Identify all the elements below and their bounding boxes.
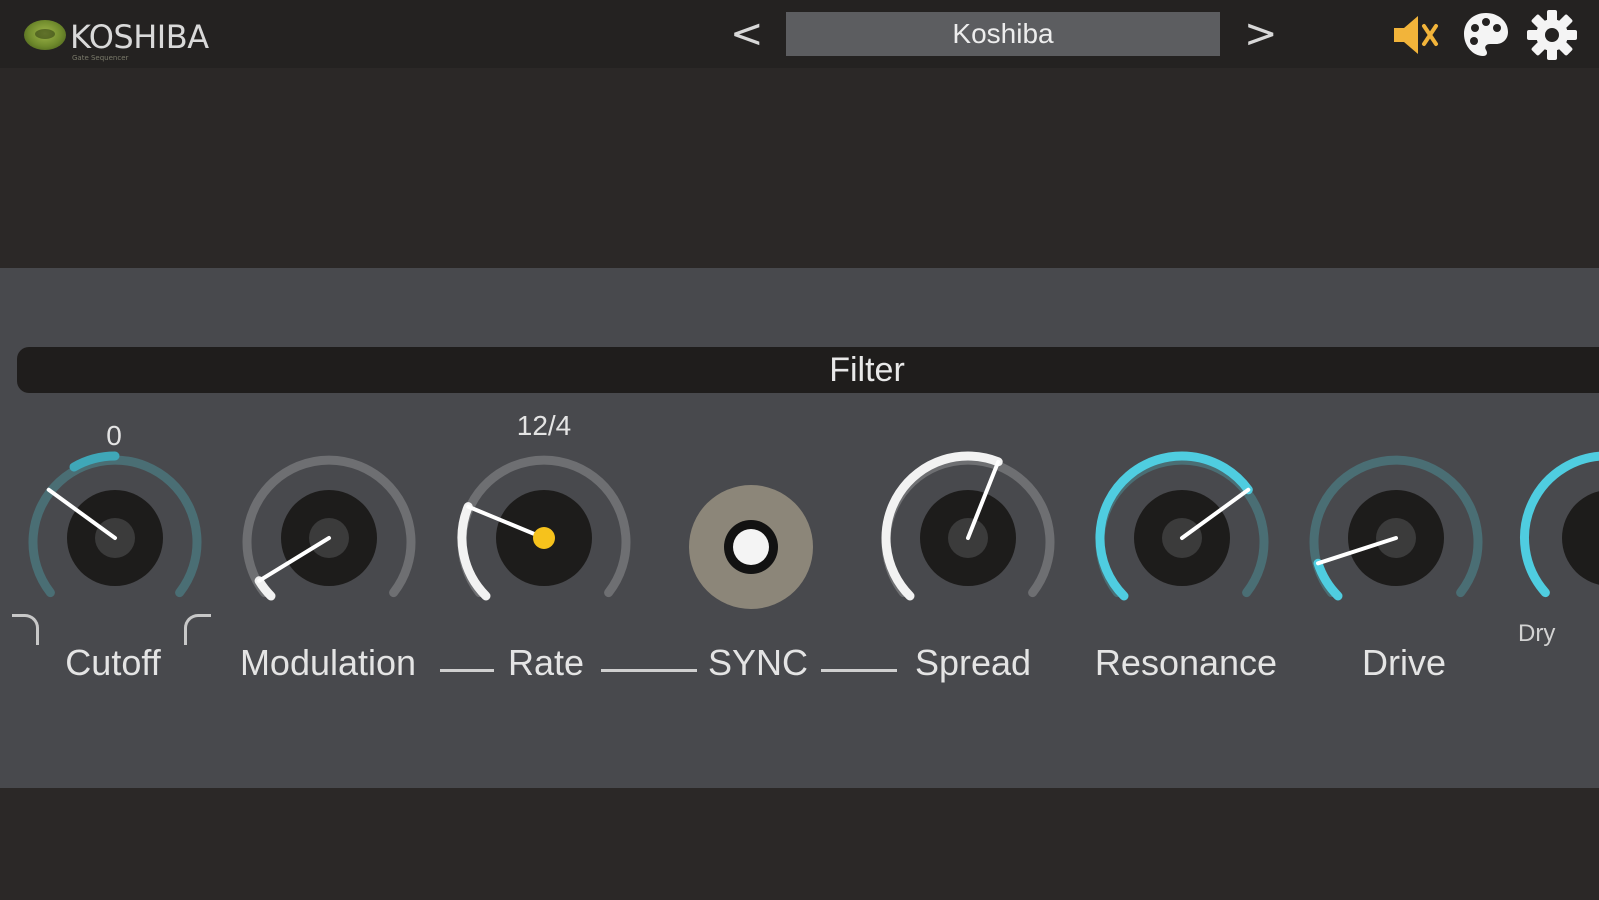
top-bar: KOSHIBA Gate Sequencer < Koshiba > xyxy=(0,0,1599,68)
mix-knob-partial[interactable] xyxy=(1510,448,1599,618)
speaker-mute-icon[interactable] xyxy=(1392,12,1444,58)
rate-sync-connector xyxy=(601,669,697,672)
dry-label: Dry xyxy=(1518,620,1556,647)
cutoff-label: Cutoff xyxy=(65,642,161,683)
rate-knob[interactable] xyxy=(444,448,644,618)
rate-label: Rate xyxy=(507,642,585,683)
spread-label: Spread xyxy=(914,642,1032,683)
sync-label: SYNC xyxy=(707,642,809,683)
palette-icon[interactable] xyxy=(1461,10,1511,60)
resonance-label: Resonance xyxy=(1094,642,1278,683)
rate-center-dot xyxy=(533,527,555,549)
cutoff-knob[interactable] xyxy=(15,448,215,618)
modulation-label: Modulation xyxy=(239,642,417,683)
next-preset-button[interactable]: > xyxy=(1244,10,1278,58)
resonance-knob[interactable] xyxy=(1082,448,1282,618)
filter-title: Filter xyxy=(829,351,905,389)
gear-icon[interactable] xyxy=(1526,9,1578,61)
cutoff-bracket-right xyxy=(184,614,211,645)
filter-header-bar: Filter xyxy=(17,347,1599,393)
previous-preset-button[interactable]: < xyxy=(730,10,764,58)
logo-text: KOSHIBA xyxy=(70,18,209,56)
sync-spread-connector xyxy=(821,669,897,672)
cutoff-bracket-left xyxy=(12,614,39,645)
sync-toggle[interactable] xyxy=(688,484,814,610)
logo-subtitle: Gate Sequencer xyxy=(72,54,129,62)
drive-label: Drive xyxy=(1361,642,1447,683)
modulation-rate-connector xyxy=(440,669,494,672)
logo-disc-icon xyxy=(24,20,66,50)
modulation-knob[interactable] xyxy=(229,448,429,618)
drive-knob[interactable] xyxy=(1296,448,1496,618)
spread-knob[interactable] xyxy=(868,448,1068,618)
koshiba-logo: KOSHIBA Gate Sequencer xyxy=(22,14,232,64)
rate-value: 12/4 xyxy=(516,410,572,441)
preset-name-display[interactable]: Koshiba xyxy=(786,12,1220,56)
